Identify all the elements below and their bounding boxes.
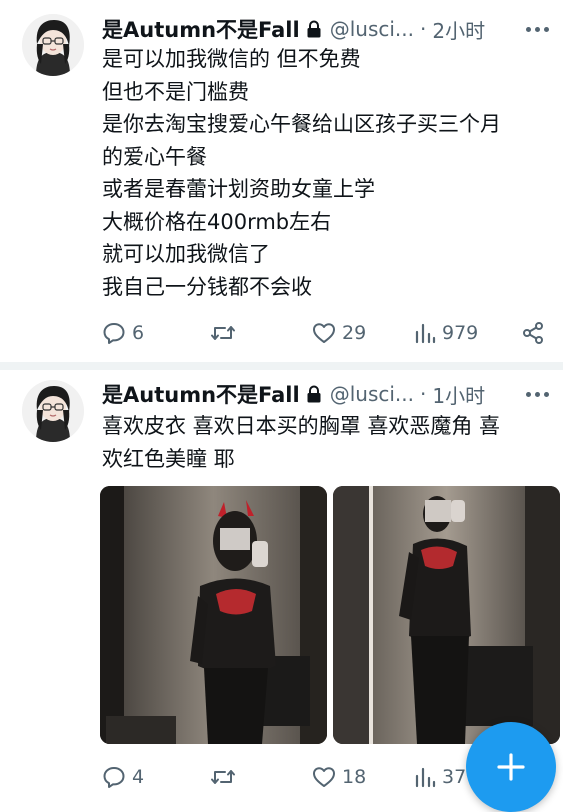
tweet-line: 大概价格在400rmb左右	[102, 209, 332, 234]
tweet-line: 的爱心午餐	[102, 144, 207, 169]
photo-image	[333, 486, 560, 744]
tweet-header: 是Autumn不是Fall @lusci... · 1小时	[102, 379, 555, 409]
tweet-line: 喜欢皮衣 喜欢日本买的胸罩 喜欢恶魔角 喜	[102, 414, 501, 438]
like-button[interactable]: 29	[312, 322, 414, 344]
separator-dot: ·	[420, 17, 427, 41]
author-name[interactable]: 是Autumn不是Fall	[102, 14, 300, 44]
photo-image	[100, 486, 327, 744]
tweet-line: 是可以加我微信的 但不免费	[102, 47, 361, 71]
tweet-text: 喜欢皮衣 喜欢日本买的胸罩 喜欢恶魔角 喜 欢红色美瞳 耶	[102, 410, 545, 475]
timestamp[interactable]: 1小时	[432, 380, 485, 409]
tweet-header: 是Autumn不是Fall @lusci... · 2小时	[102, 14, 555, 44]
retweet-icon	[211, 770, 235, 784]
views-count: 37	[442, 766, 467, 788]
plus-icon	[497, 753, 525, 781]
author-name[interactable]: 是Autumn不是Fall	[102, 379, 300, 409]
retweet-button[interactable]	[210, 323, 312, 343]
reply-icon	[103, 323, 125, 344]
avatar[interactable]	[22, 380, 84, 442]
views-icon	[415, 767, 436, 788]
lock-icon	[306, 385, 322, 403]
tweet-line: 或者是春蕾计划资助女童上学	[102, 177, 375, 201]
reply-count: 4	[132, 766, 145, 788]
more-icon[interactable]	[526, 26, 555, 32]
author-handle[interactable]: @lusci...	[330, 17, 414, 41]
media-grid	[100, 486, 560, 744]
reply-button[interactable]: 6	[102, 322, 210, 344]
tweet-text: 是可以加我微信的 但不免费 但也不是门槛费 是你去淘宝搜爱心午餐给山区孩子买三个…	[102, 43, 545, 303]
like-icon	[313, 767, 335, 787]
tweet-photo[interactable]	[100, 486, 327, 744]
tweet-divider	[0, 362, 563, 370]
more-icon[interactable]	[526, 391, 555, 397]
tweet-photo[interactable]	[333, 486, 560, 744]
tweet[interactable]: 是Autumn不是Fall @lusci... · 2小时 是可以加我微信的 但…	[0, 0, 563, 362]
reply-count: 6	[132, 322, 145, 344]
share-icon	[523, 322, 543, 344]
author-handle[interactable]: @lusci...	[330, 382, 414, 406]
reply-icon	[103, 767, 125, 788]
views-button[interactable]: 979	[414, 322, 514, 344]
tweet-line: 是你去淘宝搜爱心午餐给山区孩子买三个月	[102, 112, 501, 136]
lock-icon	[306, 20, 322, 38]
separator-dot: ·	[420, 382, 427, 406]
like-button[interactable]: 18	[312, 766, 414, 788]
retweet-button[interactable]	[210, 767, 312, 787]
like-icon	[313, 323, 335, 343]
action-bar: 6 29 979	[102, 318, 545, 348]
tweet-line: 欢红色美瞳 耶	[102, 446, 235, 471]
avatar[interactable]	[22, 14, 84, 76]
views-icon	[415, 323, 436, 344]
like-count: 29	[342, 322, 367, 344]
share-button[interactable]	[521, 321, 545, 345]
tweet-line: 但也不是门槛费	[102, 79, 249, 104]
views-button[interactable]: 37	[414, 766, 466, 788]
reply-button[interactable]: 4	[102, 766, 210, 788]
tweet-line: 就可以加我微信了	[102, 242, 270, 266]
like-count: 18	[342, 766, 367, 788]
timestamp[interactable]: 2小时	[432, 15, 485, 44]
views-count: 979	[442, 322, 479, 344]
retweet-icon	[211, 326, 235, 340]
compose-button[interactable]	[466, 722, 556, 812]
tweet-line: 我自己一分钱都不会收	[102, 274, 312, 299]
